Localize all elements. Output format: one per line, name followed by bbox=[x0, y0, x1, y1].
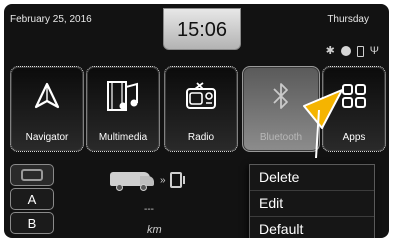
tile-radio[interactable]: Radio bbox=[164, 66, 238, 152]
date-label: February 25, 2016 bbox=[10, 14, 92, 25]
menu-item-delete[interactable]: Delete bbox=[250, 165, 374, 191]
fuel-pump-icon bbox=[169, 172, 185, 188]
trip-route: » bbox=[110, 170, 185, 191]
clock-time: 15:06 bbox=[176, 19, 228, 41]
tile-multimedia-label: Multimedia bbox=[98, 132, 148, 143]
phone-icon bbox=[356, 45, 364, 57]
side-button-column: A B bbox=[10, 164, 54, 236]
clock-panel: 15:06 bbox=[163, 8, 241, 50]
trip-a-button[interactable]: A bbox=[10, 188, 54, 210]
trip-b-button[interactable]: B bbox=[10, 212, 54, 234]
tile-navigator[interactable]: Navigator bbox=[10, 66, 84, 152]
multimedia-icon bbox=[87, 79, 159, 113]
antenna-icon: Ψ bbox=[369, 45, 379, 57]
menu-item-default[interactable]: Default bbox=[250, 217, 374, 238]
trip-distance-value: --- bbox=[144, 204, 154, 215]
context-menu: Delete Edit Default bbox=[249, 164, 375, 238]
trip-distance-unit: km bbox=[147, 224, 162, 236]
bus-icon bbox=[21, 169, 43, 181]
tile-radio-label: Radio bbox=[187, 132, 215, 143]
vehicle-button[interactable] bbox=[10, 164, 54, 186]
head-unit-screen: February 25, 2016 Thursday 15:06 ✱ Ψ Nav… bbox=[4, 4, 389, 238]
double-chevron-icon: » bbox=[160, 174, 166, 186]
radio-icon bbox=[165, 79, 237, 113]
status-icons: ✱ Ψ bbox=[326, 44, 379, 58]
tile-navigator-label: Navigator bbox=[25, 132, 69, 143]
camper-icon bbox=[110, 170, 156, 191]
record-dot-icon bbox=[340, 46, 351, 56]
tile-multimedia[interactable]: Multimedia bbox=[86, 66, 160, 152]
navigation-arrow-icon bbox=[11, 79, 83, 113]
day-label: Thursday bbox=[327, 14, 369, 25]
bluetooth-status-icon: ✱ bbox=[325, 45, 335, 57]
pointer-arrow-icon bbox=[303, 89, 343, 159]
menu-item-edit[interactable]: Edit bbox=[250, 191, 374, 217]
